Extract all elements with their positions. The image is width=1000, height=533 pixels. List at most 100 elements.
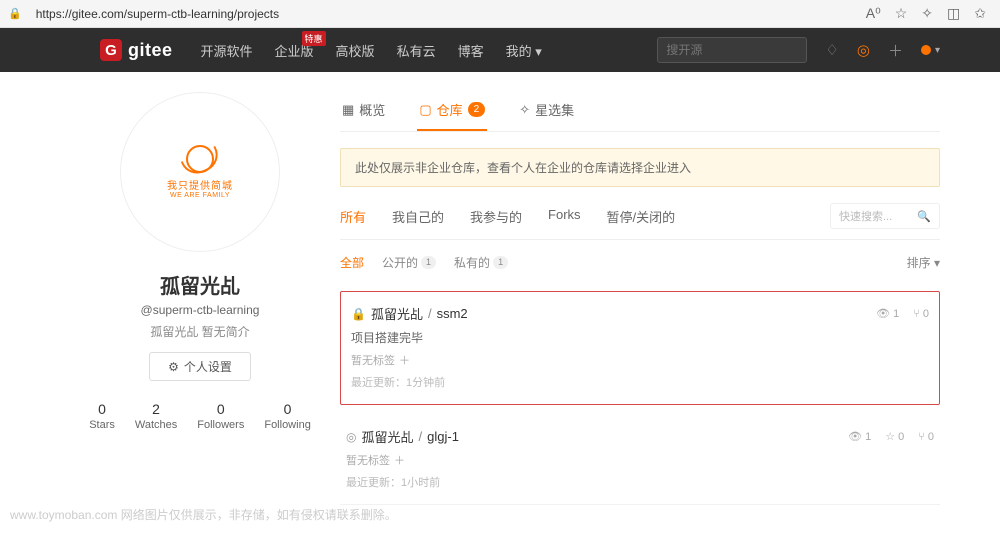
plus-icon: ＋ [399, 352, 410, 368]
location-icon[interactable]: ◎ [857, 41, 870, 59]
filter-public[interactable]: 公开的1 [382, 254, 436, 271]
subtab-all[interactable]: 所有 [340, 207, 366, 226]
grid-icon: ▦ [342, 102, 354, 118]
star-icon: ☆ [885, 430, 895, 443]
subtab-own[interactable]: 我自己的 [392, 207, 444, 226]
repo-title[interactable]: 🔒 孤留光乩 / ssm2 [351, 304, 468, 323]
user-menu[interactable]: ▾ [921, 45, 940, 56]
fork-icon: ⑂ [913, 308, 920, 320]
plus-icon[interactable]: ＋ [888, 40, 903, 61]
stat-stars[interactable]: 0Stars [89, 401, 115, 431]
tab-badge: 2 [468, 102, 486, 117]
fork-stat[interactable]: ⑂0 [913, 307, 929, 320]
watermark: www.toymoban.com 网络图片仅供展示，非存储，如有侵权请联系删除。 [10, 506, 397, 523]
avatar-dot [921, 45, 931, 55]
repo-owner: 孤留光乩 [371, 304, 423, 323]
stat-followers[interactable]: 0Followers [197, 401, 244, 431]
avatar[interactable]: 我只提供简城 WE ARE FAMILY [120, 92, 280, 252]
filter-all[interactable]: 全部 [340, 254, 364, 271]
enterprise-notice: 此处仅展示非企业仓库，查看个人在企业的仓库请选择企业进入 [340, 148, 940, 187]
quick-search-placeholder: 快速搜索... [839, 208, 892, 224]
extensions-icon[interactable]: ✧ [921, 5, 933, 22]
repo-stats: 👁1 ⑂0 [876, 307, 929, 320]
repo-stats: 👁1 ☆0 ⑂0 [848, 430, 934, 443]
subtab-participate[interactable]: 我参与的 [470, 207, 522, 226]
star-stat[interactable]: ☆0 [885, 430, 904, 443]
browser-toolbar: A⁰ ☆ ✧ ◫ ✩ [866, 5, 992, 22]
public-icon: ◎ [346, 430, 356, 444]
gear-icon: ⚙ [168, 360, 179, 374]
star-icon: ✧ [519, 102, 530, 118]
repo-tags[interactable]: 暂无标签＋ [346, 452, 934, 468]
nav-mine[interactable]: 我的 ▾ [506, 41, 542, 60]
watch-stat[interactable]: 👁1 [848, 430, 871, 443]
repo-item[interactable]: 🔒 孤留光乩 / ssm2 👁1 ⑂0 项目搭建完毕 暂无标签＋ 最近更新：1分… [340, 291, 940, 405]
repo-item[interactable]: ◎ 孤留光乩 / glgj-1 👁1 ☆0 ⑂0 暂无标签＋ 最近更新：1小时前 [340, 415, 940, 505]
avatar-text-en: WE ARE FAMILY [170, 192, 230, 199]
nav-private-cloud[interactable]: 私有云 [397, 41, 436, 60]
hot-badge: 特惠 [302, 31, 326, 46]
slash: / [428, 306, 432, 321]
tab-overview[interactable]: ▦ 概览 [340, 92, 387, 131]
user-handle: @superm-ctb-learning [141, 303, 260, 317]
fork-stat[interactable]: ⑂0 [918, 430, 934, 443]
stat-watches[interactable]: 2Watches [135, 401, 177, 431]
logo[interactable]: G gitee [100, 39, 173, 61]
nav-opensource[interactable]: 开源软件 [201, 41, 253, 60]
nav-blog[interactable]: 博客 [458, 41, 484, 60]
repo-name: ssm2 [437, 306, 468, 321]
profile-sidebar: 我只提供简城 WE ARE FAMILY 孤留光乩 @superm-ctb-le… [100, 92, 300, 505]
avatar-text-cn: 我只提供简城 [167, 177, 233, 192]
username: 孤留光乩 [160, 270, 240, 299]
lock-icon: 🔒 [351, 307, 366, 321]
watch-stat[interactable]: 👁1 [876, 307, 899, 320]
tab-label: 概览 [359, 100, 385, 119]
top-nav: G gitee 开源软件 企业版特惠 高校版 私有云 博客 我的 ▾ ♢ ◎ ＋… [0, 28, 1000, 72]
filter-row: 全部 公开的1 私有的1 排序 ▾ [340, 254, 940, 281]
plus-icon: ＋ [394, 452, 405, 468]
profile-stats: 0Stars 2Watches 0Followers 0Following [89, 401, 311, 431]
bell-icon[interactable]: ♢ [825, 41, 838, 59]
repo-description: 项目搭建完毕 [351, 329, 929, 346]
repo-title[interactable]: ◎ 孤留光乩 / glgj-1 [346, 427, 459, 446]
lock-icon: 🔒 [8, 7, 22, 20]
logo-text: gitee [128, 40, 173, 61]
main-content: ▦ 概览 ▢ 仓库 2 ✧ 星选集 此处仅展示非企业仓库，查看个人在企业的仓库请… [340, 92, 940, 505]
collections-icon[interactable]: ✩ [974, 5, 986, 22]
stat-following[interactable]: 0Following [264, 401, 310, 431]
nav-enterprise[interactable]: 企业版特惠 [275, 41, 314, 60]
zoom-indicator[interactable]: A⁰ [866, 5, 881, 22]
tab-stars[interactable]: ✧ 星选集 [517, 92, 576, 131]
repo-tags[interactable]: 暂无标签＋ [351, 352, 929, 368]
subtab-forks[interactable]: Forks [548, 207, 581, 226]
quick-search-input[interactable]: 快速搜索... 🔍 [830, 203, 940, 229]
tab-label: 星选集 [535, 100, 574, 119]
search-icon: 🔍 [917, 210, 931, 223]
favorite-icon[interactable]: ☆ [895, 5, 908, 22]
url-field[interactable]: https://gitee.com/superm-ctb-learning/pr… [30, 5, 858, 23]
slash: / [419, 429, 423, 444]
sort-dropdown[interactable]: 排序 ▾ [907, 254, 940, 271]
nav-items: 开源软件 企业版特惠 高校版 私有云 博客 我的 ▾ [201, 41, 658, 60]
subtab-closed[interactable]: 暂停/关闭的 [607, 207, 676, 226]
search-input[interactable] [657, 37, 807, 63]
main-tabs: ▦ 概览 ▢ 仓库 2 ✧ 星选集 [340, 92, 940, 132]
subtabs: 所有 我自己的 我参与的 Forks 暂停/关闭的 [340, 207, 675, 226]
tab-repos[interactable]: ▢ 仓库 2 [417, 92, 487, 131]
box-icon: ▢ [419, 102, 431, 118]
logo-badge: G [100, 39, 122, 61]
repo-owner: 孤留光乩 [361, 427, 413, 446]
settings-button[interactable]: ⚙ 个人设置 [149, 352, 251, 381]
filter-private[interactable]: 私有的1 [454, 254, 508, 271]
repo-name: glgj-1 [427, 429, 459, 444]
subtabs-row: 所有 我自己的 我参与的 Forks 暂停/关闭的 快速搜索... 🔍 [340, 203, 940, 240]
avatar-logo [186, 145, 214, 173]
sidebar-icon[interactable]: ◫ [947, 5, 960, 22]
user-bio: 孤留光乩 暂无简介 [150, 323, 249, 340]
nav-right: ♢ ◎ ＋ ▾ [825, 40, 940, 61]
browser-bar: 🔒 https://gitee.com/superm-ctb-learning/… [0, 0, 1000, 28]
nav-education[interactable]: 高校版 [336, 41, 375, 60]
eye-icon: 👁 [848, 430, 862, 443]
eye-icon: 👁 [876, 307, 890, 320]
visibility-filters: 全部 公开的1 私有的1 [340, 254, 508, 271]
